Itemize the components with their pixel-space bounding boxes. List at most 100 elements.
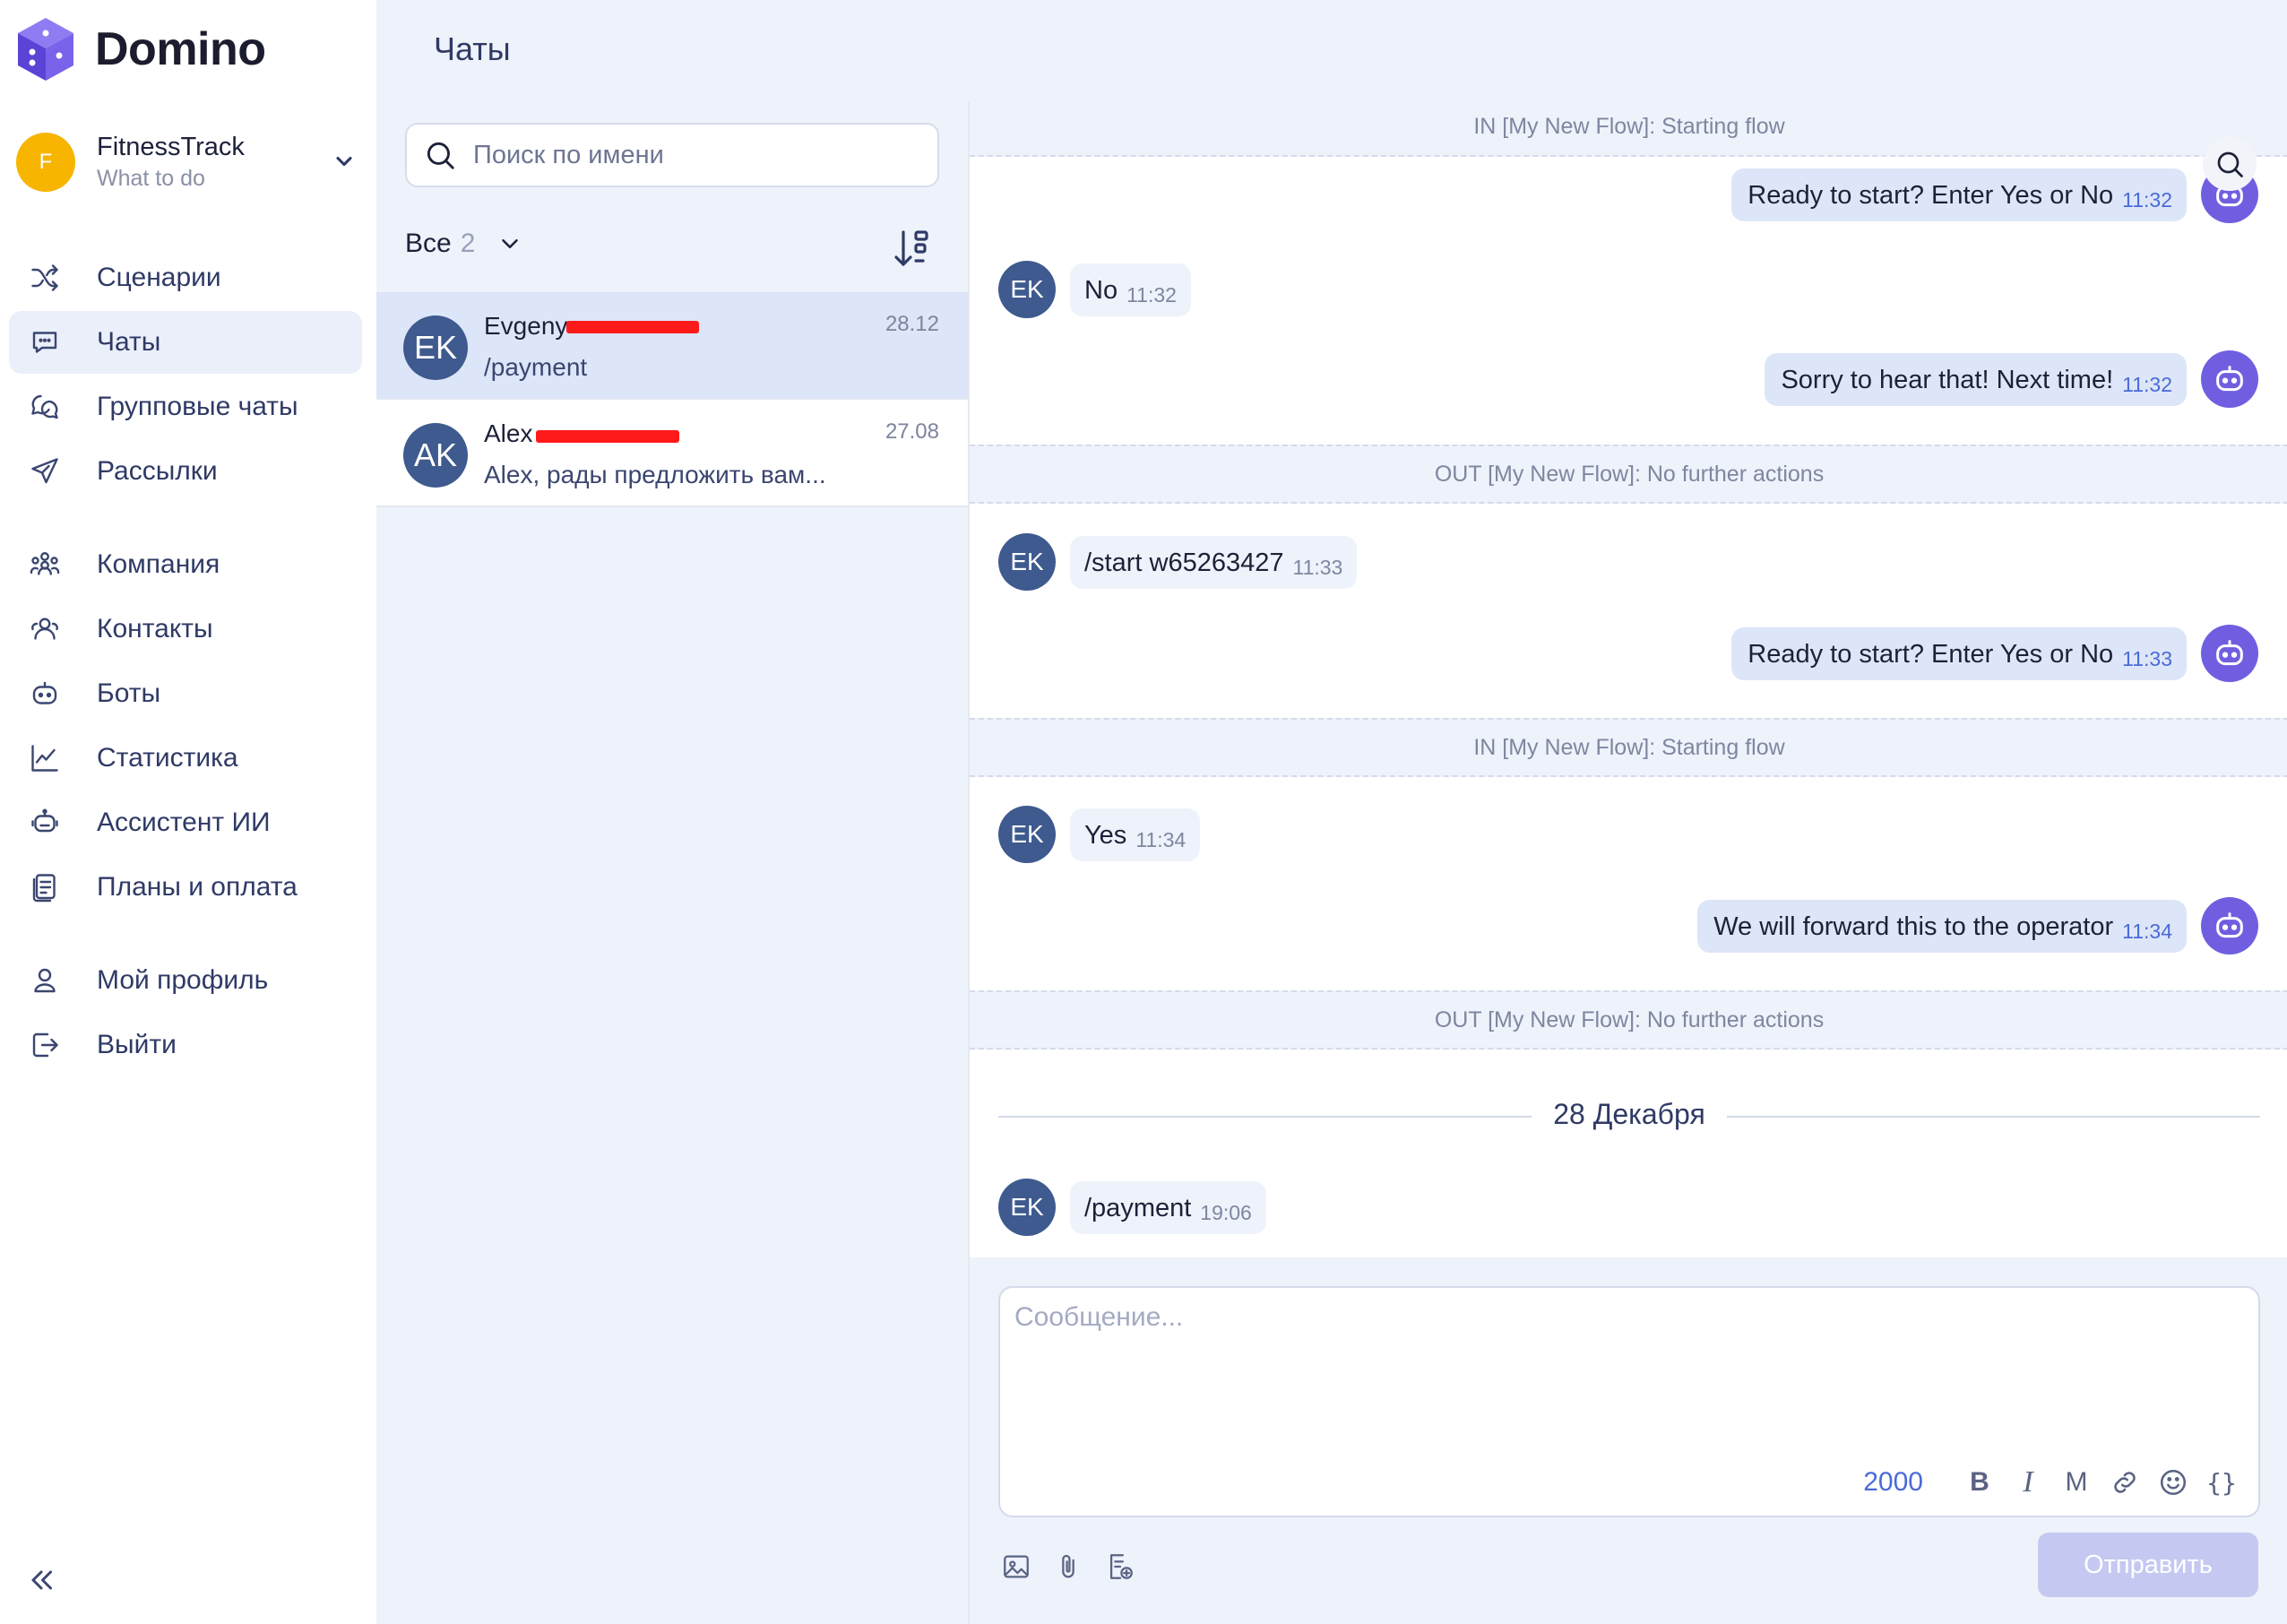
chat-icon — [27, 324, 63, 360]
chat-contact-name: Evgeny — [484, 312, 568, 340]
filter-count: 2 — [460, 229, 476, 258]
workspace-subtitle: What to do — [97, 166, 205, 191]
chat-contact-name: Alex — [484, 419, 533, 447]
attach-image-button[interactable] — [998, 1549, 1034, 1585]
message-text: /start w65263427 — [1084, 548, 1284, 577]
chat-list-item[interactable]: AK Alex 27.08 Alex, рады предложить вам.… — [376, 400, 968, 507]
send-button[interactable]: Отправить — [2038, 1533, 2258, 1597]
message-bubble: Sorry to hear that! Next time! 11:32 — [1765, 352, 2187, 406]
sidebar-item-label: Планы и оплата — [97, 872, 298, 902]
sidebar-item-label: Контакты — [97, 614, 213, 644]
chevron-down-icon[interactable] — [332, 149, 357, 174]
message-text: Yes — [1084, 820, 1127, 850]
attach-file-button[interactable] — [1050, 1549, 1086, 1585]
sidebar-item-mailings[interactable]: Рассылки — [9, 440, 362, 503]
paperclip-icon — [1062, 1554, 1074, 1578]
sidebar-item-company[interactable]: Компания — [9, 533, 362, 596]
sort-icon[interactable] — [891, 227, 934, 270]
sidebar-item-label: Выйти — [97, 1030, 177, 1059]
logo[interactable]: Domino — [16, 16, 266, 82]
sidebar-item-scenarios[interactable]: Сценарии — [9, 246, 362, 309]
link-button[interactable] — [2106, 1464, 2144, 1501]
italic-button[interactable]: I — [2009, 1464, 2047, 1501]
sidebar-item-label: Компания — [97, 549, 220, 579]
sidebar-item-label: Боты — [97, 678, 161, 708]
message-time: 11:32 — [1126, 282, 1177, 307]
sidebar-item-contacts[interactable]: Контакты — [9, 598, 362, 661]
bot-avatar — [2201, 897, 2258, 955]
avatar: EK — [403, 315, 468, 380]
message-time: 11:33 — [1292, 555, 1343, 579]
chat-preview: Alex, рады предложить вам... — [484, 461, 826, 488]
message-text: Ready to start? Enter Yes or No — [1748, 180, 2114, 210]
flow-event: OUT [My New Flow]: No further actions — [970, 990, 2287, 1050]
attachment-toolbar — [998, 1549, 1154, 1585]
message-text: We will forward this to the operator — [1713, 911, 2114, 941]
billing-icon — [27, 869, 63, 905]
sidebar-item-chats[interactable]: Чаты — [9, 311, 362, 374]
bot-message: Ready to start? Enter Yes or No 11:32 — [1731, 166, 2258, 223]
chart-icon — [27, 740, 63, 776]
conversation-panel[interactable]: IN [My New Flow]: Starting flow Ready to… — [968, 101, 2287, 1257]
message-time: 11:34 — [1135, 827, 1187, 851]
variables-button[interactable]: {} — [2203, 1464, 2240, 1501]
day-separator: 28 Декабря — [998, 1096, 2260, 1136]
format-toolbar: 2000 B I M {} — [1863, 1464, 2240, 1501]
link-icon — [2114, 1472, 2136, 1493]
monospace-button[interactable]: M — [2058, 1464, 2095, 1501]
bold-button[interactable]: B — [1961, 1464, 1998, 1501]
emoji-button[interactable] — [2154, 1464, 2192, 1501]
send-icon — [27, 454, 63, 489]
sidebar-item-label: Чаты — [97, 327, 161, 357]
message-bubble: No 11:32 — [1070, 263, 1191, 316]
message-input[interactable] — [1014, 1302, 2242, 1437]
message-bubble: Yes 11:34 — [1070, 808, 1201, 861]
sidebar-item-billing[interactable]: Планы и оплата — [9, 856, 362, 919]
message-text: Ready to start? Enter Yes or No — [1748, 639, 2114, 669]
chat-filter-dropdown[interactable]: Все 2 — [405, 229, 523, 259]
sidebar-item-statistics[interactable]: Статистика — [9, 727, 362, 790]
avatar: EK — [998, 261, 1056, 318]
sidebar-item-logout[interactable]: Выйти — [9, 1014, 362, 1076]
chat-preview: /payment — [484, 353, 588, 381]
company-icon — [27, 547, 63, 583]
chevron-down-icon — [502, 239, 519, 248]
message-time: 11:34 — [2122, 919, 2172, 943]
user-icon — [27, 963, 63, 998]
shuffle-icon — [27, 260, 63, 296]
composer-box[interactable]: 2000 B I M {} — [998, 1286, 2260, 1517]
filter-label: Все — [405, 229, 452, 258]
page-title: Чаты — [434, 30, 511, 67]
user-message: EK Yes 11:34 — [998, 806, 1201, 863]
flow-event: OUT [My New Flow]: No further actions — [970, 445, 2287, 504]
avatar: AK — [403, 423, 468, 488]
chat-search[interactable] — [405, 123, 939, 187]
logout-icon — [27, 1027, 63, 1063]
chat-list-item[interactable]: EK Evgeny 28.12 /payment — [376, 292, 968, 400]
workspace-name: FitnessTrack — [97, 133, 245, 161]
chat-date: 27.08 — [885, 419, 939, 444]
message-text: No — [1084, 275, 1118, 305]
flow-event: IN [My New Flow]: Starting flow — [970, 718, 2287, 777]
user-message: EK No 11:32 — [998, 261, 1191, 318]
sidebar-item-label: Статистика — [97, 743, 238, 773]
group-chat-icon — [27, 389, 63, 425]
domino-logo-icon — [18, 18, 73, 81]
message-time: 11:32 — [2122, 372, 2172, 396]
user-message: EK /start w65263427 11:33 — [998, 533, 1358, 591]
template-icon — [1109, 1554, 1133, 1579]
conversation-search-button[interactable] — [2203, 137, 2257, 191]
sidebar-item-profile[interactable]: Мой профиль — [9, 949, 362, 1012]
flow-event: IN [My New Flow]: Starting flow — [970, 101, 2287, 157]
search-input[interactable] — [473, 140, 903, 170]
sidebar-item-bots[interactable]: Боты — [9, 662, 362, 725]
sidebar-item-group-chats[interactable]: Групповые чаты — [9, 376, 362, 438]
workspace-avatar: F — [16, 133, 75, 192]
sidebar-item-ai-assistant[interactable]: Ассистент ИИ — [9, 791, 362, 854]
collapse-sidebar-icon[interactable] — [25, 1564, 57, 1596]
chat-list-panel: Все 2 EK Evgeny 28.12 /payment AK Alex 2… — [376, 101, 968, 1624]
attach-template-button[interactable] — [1102, 1549, 1138, 1585]
sidebar-item-label: Групповые чаты — [97, 392, 298, 421]
message-bubble: We will forward this to the operator 11:… — [1697, 899, 2187, 953]
workspace-switcher[interactable]: F FitnessTrack What to do — [16, 131, 366, 194]
